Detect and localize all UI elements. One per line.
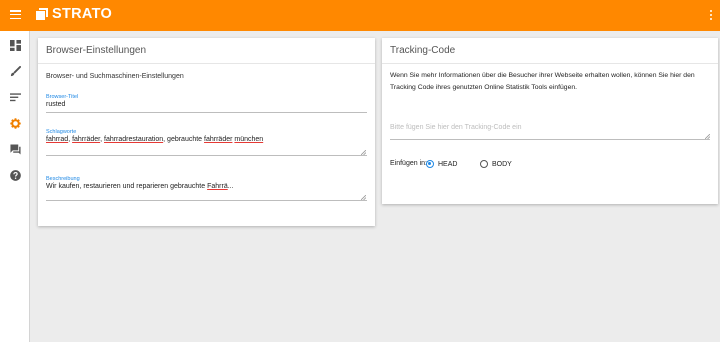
sidebar-item-dashboard[interactable] [0,33,30,57]
resize-grip-icon[interactable] [361,195,366,200]
sidebar-item-help[interactable] [0,163,30,187]
divider [382,63,718,64]
radio-head-label: HEAD [438,160,458,168]
browser-title-label: Browser-Titel [46,94,79,100]
hamburger-icon[interactable] [10,10,21,20]
card-title: Browser-Einstellungen [46,45,147,56]
tracking-code-textarea[interactable]: Bitte fügen Sie hier den Tracking-Code e… [390,124,522,131]
chat-icon [9,143,21,155]
textarea-underline [390,139,710,140]
dashboard-icon [9,39,21,51]
keywords-textarea[interactable]: fahrrad, fahrräder, fahrradrestauration,… [46,136,263,143]
input-underline [46,112,367,113]
list-icon [9,92,21,101]
browser-title-input[interactable]: rusted [46,101,65,108]
textarea-underline [46,200,367,201]
sidebar [0,31,30,342]
divider [38,63,375,64]
logo-text: STRATO [52,6,113,22]
brush-icon [10,65,21,76]
resize-grip-icon[interactable] [705,134,710,139]
radio-unselected-icon [480,160,488,168]
logo-mark-icon [36,8,48,20]
textarea-underline [46,155,367,156]
sidebar-item-pages[interactable] [0,85,30,109]
description-textarea[interactable]: Wir kaufen, restaurieren und reparieren … [46,183,234,190]
strato-logo[interactable]: STRATO [36,6,112,22]
section-subheading: Browser- und Suchmaschinen-Einstellungen [46,73,184,80]
help-icon [9,169,21,181]
browser-settings-card: Browser-Einstellungen Browser- und Suchm… [38,38,375,226]
kebab-menu-icon[interactable] [710,10,713,21]
radio-head[interactable]: HEAD [426,160,457,168]
tracking-description: Wenn Sie mehr Informationen über die Bes… [390,72,695,91]
top-app-bar: STRATO [0,0,720,31]
keywords-label: Schlagworte [46,129,77,135]
sidebar-item-settings[interactable] [0,111,30,135]
insert-label: Einfügen in: [390,160,427,167]
description-label: Beschreibung [46,176,80,182]
card-title: Tracking-Code [390,45,456,56]
radio-body[interactable]: BODY [480,160,512,168]
radio-body-label: BODY [492,160,512,168]
tracking-code-card: Tracking-Code Wenn Sie mehr Informatione… [382,38,718,204]
resize-grip-icon[interactable] [361,150,366,155]
sidebar-item-messages[interactable] [0,137,30,161]
sidebar-item-design[interactable] [0,59,30,83]
settings-icon [9,117,21,129]
radio-selected-icon [426,160,434,168]
